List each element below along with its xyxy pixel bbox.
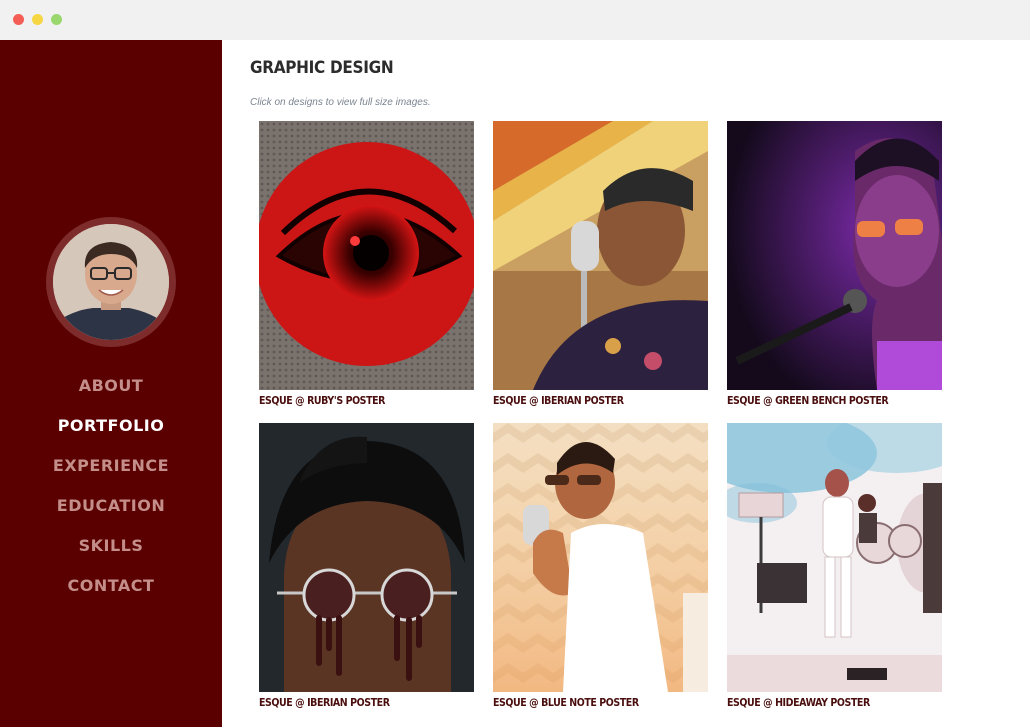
poster-image-chevron-singer[interactable]: [493, 423, 708, 692]
gallery-caption: ESQUE @ GREEN BENCH POSTER: [727, 394, 889, 407]
nav-item-about[interactable]: ABOUT: [0, 374, 222, 414]
avatar-frame: [46, 217, 176, 347]
gallery-item-iberian[interactable]: ESQUE @ IBERIAN POSTER: [493, 121, 708, 407]
gallery-item-hideaway[interactable]: ESQUE @ HIDEAWAY POSTER: [727, 423, 942, 709]
gallery-item-iberian-2[interactable]: ESQUE @ IBERIAN POSTER: [259, 423, 474, 709]
minimize-window-button[interactable]: [32, 14, 43, 25]
poster-image-singer-mic[interactable]: [493, 121, 708, 390]
gallery-hint: Click on designs to view full size image…: [250, 97, 431, 108]
gallery-caption: ESQUE @ BLUE NOTE POSTER: [493, 696, 639, 709]
gallery-caption: ESQUE @ HIDEAWAY POSTER: [727, 696, 870, 709]
gallery-item-green-bench[interactable]: ESQUE @ GREEN BENCH POSTER: [727, 121, 942, 407]
main-content: GRAPHIC DESIGN Click on designs to view …: [222, 40, 1030, 727]
nav-item-contact[interactable]: CONTACT: [0, 574, 222, 614]
nav-item-experience[interactable]: EXPERIENCE: [0, 454, 222, 494]
sidebar: ABOUT PORTFOLIO EXPERIENCE EDUCATION SKI…: [0, 40, 222, 727]
avatar: [53, 224, 169, 340]
gallery-item-blue-note[interactable]: ESQUE @ BLUE NOTE POSTER: [493, 423, 708, 709]
maximize-window-button[interactable]: [51, 14, 62, 25]
window-titlebar: [0, 0, 1030, 40]
page-title: GRAPHIC DESIGN: [250, 58, 394, 78]
gallery-caption: ESQUE @ RUBY'S POSTER: [259, 394, 385, 407]
nav-item-education[interactable]: EDUCATION: [0, 494, 222, 534]
gallery-caption: ESQUE @ IBERIAN POSTER: [493, 394, 624, 407]
poster-image-band-stage[interactable]: [727, 423, 942, 692]
poster-image-purple-singer[interactable]: [727, 121, 942, 390]
poster-image-eye[interactable]: [259, 121, 474, 390]
poster-image-illustrated-face[interactable]: [259, 423, 474, 692]
nav-item-portfolio[interactable]: PORTFOLIO: [0, 414, 222, 454]
gallery-caption: ESQUE @ IBERIAN POSTER: [259, 696, 390, 709]
gallery-item-rubys[interactable]: ESQUE @ RUBY'S POSTER: [259, 121, 474, 407]
main-nav: ABOUT PORTFOLIO EXPERIENCE EDUCATION SKI…: [0, 374, 222, 614]
nav-item-skills[interactable]: SKILLS: [0, 534, 222, 574]
close-window-button[interactable]: [13, 14, 24, 25]
